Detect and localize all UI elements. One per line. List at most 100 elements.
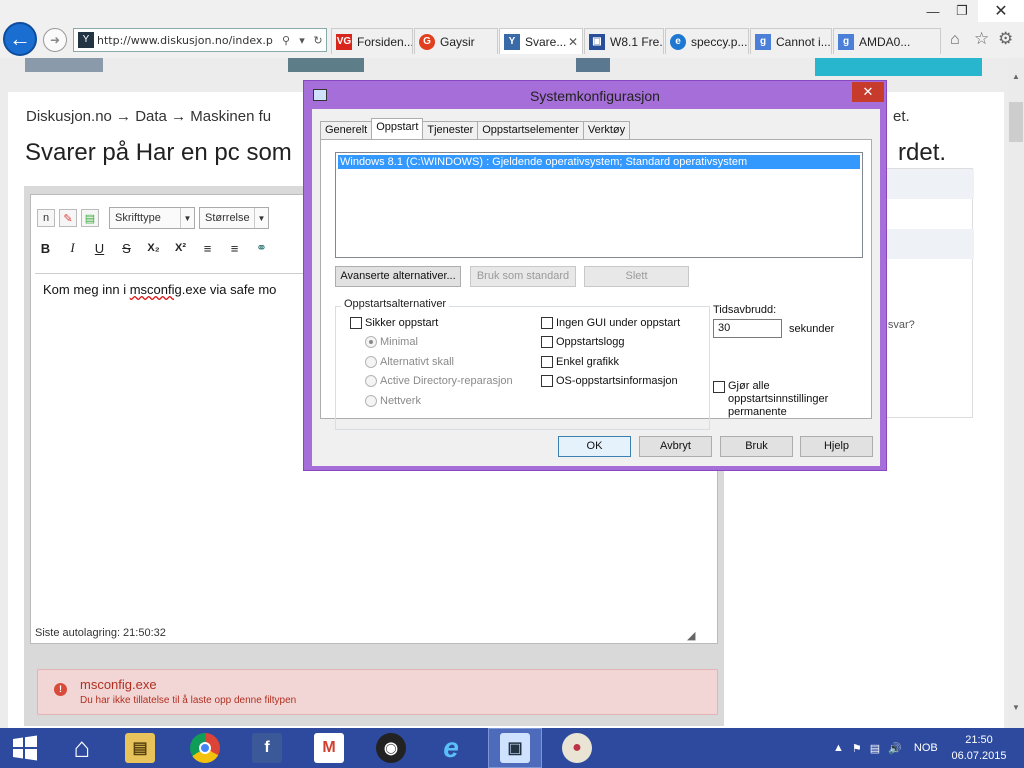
bold-icon[interactable]: B (37, 241, 54, 256)
banner-image[interactable] (288, 58, 364, 72)
no-gui-checkbox[interactable]: Ingen GUI under oppstart (541, 317, 680, 329)
banner-image[interactable] (25, 58, 103, 72)
apply-button[interactable]: Bruk (720, 436, 793, 457)
browser-tab[interactable]: g Cannot i... (750, 28, 832, 54)
radio-label: Active Directory-reparasjon (380, 375, 513, 387)
taskbar-chrome[interactable] (178, 728, 232, 768)
volume-icon[interactable]: 🔊 (888, 742, 902, 755)
safe-boot-checkbox[interactable]: Sikker oppstart (350, 317, 438, 329)
delete-button[interactable]: Slett (584, 266, 689, 287)
dropdown-arrow-icon[interactable]: ▾ (294, 34, 310, 47)
address-bar[interactable]: Y http://www.diskusjon.no/index.p ⚲ ▾ ↻ (73, 28, 327, 52)
taskbar-msconfig[interactable]: ▣ (488, 728, 542, 768)
numbered-list-icon[interactable]: ≡ (226, 241, 243, 256)
browser-tab[interactable]: ▣ W8.1 Fre... (584, 28, 664, 54)
scroll-down-icon[interactable]: ▼ (1012, 703, 1020, 712)
taskbar-camera[interactable]: ◉ (364, 728, 418, 768)
forward-button[interactable]: ➜ (43, 28, 67, 52)
timeout-input[interactable]: 30 (713, 319, 782, 338)
address-url[interactable]: http://www.diskusjon.no/index.p (97, 34, 278, 47)
subscript-icon[interactable]: X₂ (145, 242, 162, 254)
maximize-button[interactable]: ❐ (948, 0, 976, 22)
taskbar-paint[interactable]: ● (550, 728, 604, 768)
taskbar-explorer[interactable]: ▤ (113, 728, 167, 768)
link-icon[interactable]: ⚭ (253, 240, 270, 256)
misspelled-word[interactable]: msconfig (130, 282, 182, 297)
template-icon[interactable]: ▤ (81, 209, 99, 227)
taskbar-facebook[interactable]: f (240, 728, 294, 768)
folder-icon: ▤ (125, 733, 155, 763)
tab-tools[interactable]: Verktøy (582, 121, 631, 139)
superscript-icon[interactable]: X² (172, 242, 189, 254)
site-favicon-icon: Y (78, 32, 94, 48)
dialog-tabs: Generelt Oppstart Tjenester Oppstartsele… (320, 118, 631, 139)
tab-boot[interactable]: Oppstart (371, 118, 424, 139)
taskbar-home[interactable]: ⌂ (55, 728, 109, 768)
page-scrollbar[interactable]: ▲ ▼ (1008, 58, 1024, 728)
timeout-unit: sekunder (789, 323, 835, 335)
browser-tab[interactable]: g AMDA0... (833, 28, 941, 54)
radio-ad-repair[interactable]: Active Directory-reparasjon (365, 375, 513, 387)
home-icon[interactable]: ⌂ (950, 31, 960, 49)
italic-icon[interactable]: I (64, 240, 81, 256)
radio-alternate-shell[interactable]: Alternativt skall (365, 356, 454, 368)
vg-icon: VG (336, 33, 352, 50)
checkbox-box (350, 317, 362, 329)
radio-minimal[interactable]: Minimal (365, 336, 418, 348)
advanced-options-button[interactable]: Avanserte alternativer... (335, 266, 461, 287)
set-default-button[interactable]: Bruk som standard (470, 266, 576, 287)
radio-dot (365, 395, 377, 407)
show-hidden-icons[interactable]: ▲ (833, 742, 844, 754)
browser-tab-active[interactable]: Y Svare... ✕ (499, 28, 583, 54)
browser-tab[interactable]: e speccy.p... (665, 28, 749, 54)
resize-grip-icon[interactable]: ◢ (687, 629, 695, 642)
bullet-list-icon[interactable]: ≡ (199, 241, 216, 256)
font-size-select[interactable]: Størrelse ▼ (199, 207, 269, 229)
checkbox-label: Sikker oppstart (365, 317, 439, 329)
strikethrough-icon[interactable]: S (118, 241, 135, 256)
ok-button[interactable]: OK (558, 436, 631, 457)
font-family-select[interactable]: Skrifttype ▼ (109, 207, 195, 229)
underline-icon[interactable]: U (91, 241, 108, 256)
tab-startup[interactable]: Oppstartselementer (477, 121, 584, 139)
eraser-icon[interactable]: ✎ (59, 209, 77, 227)
chrome-icon (190, 733, 220, 763)
os-boot-info-checkbox[interactable]: OS-oppstartsinformasjon (541, 375, 678, 387)
search-icon[interactable]: ⚲ (278, 34, 294, 47)
make-permanent-checkbox[interactable]: Gjør alle oppstartsinnstillinger permane… (713, 380, 828, 419)
favorites-star-icon[interactable]: ☆ (974, 29, 989, 49)
back-button[interactable]: ← (3, 22, 37, 56)
clock-time: 21:50 (965, 734, 993, 746)
boot-log-checkbox[interactable]: Oppstartslogg (541, 336, 624, 348)
tek-logo[interactable] (815, 58, 982, 76)
scroll-up-icon[interactable]: ▲ (1012, 72, 1020, 81)
dialog-close-button[interactable]: ✕ (852, 82, 884, 102)
cancel-button[interactable]: Avbryt (639, 436, 712, 457)
chevron-down-icon: ▼ (180, 208, 194, 228)
taskbar-gmail[interactable]: M (302, 728, 356, 768)
scroll-thumb[interactable] (1009, 102, 1023, 142)
help-button[interactable]: Hjelp (800, 436, 873, 457)
source-icon[interactable]: n (37, 209, 55, 227)
radio-network[interactable]: Nettverk (365, 395, 421, 407)
taskbar-internet-explorer[interactable]: e (424, 728, 478, 768)
tab-general[interactable]: Generelt (320, 121, 373, 139)
clock[interactable]: 21:50 06.07.2015 (948, 732, 1010, 764)
tab-services[interactable]: Tjenester (422, 121, 479, 139)
gear-icon[interactable]: ⚙ (998, 29, 1013, 49)
camera-icon: ◉ (376, 733, 406, 763)
language-indicator[interactable]: NOB (914, 742, 938, 754)
close-tab-icon[interactable]: ✕ (568, 35, 578, 49)
banner-image[interactable] (576, 58, 610, 72)
breadcrumb[interactable]: Diskusjon.no → Data → Maskinen fu (26, 108, 271, 125)
start-button[interactable] (0, 728, 50, 768)
os-list[interactable]: Windows 8.1 (C:\WINDOWS) : Gjeldende ope… (335, 152, 863, 258)
browser-tab[interactable]: G Gaysir (414, 28, 498, 54)
browser-tab[interactable]: VG Forsiden... (331, 28, 413, 54)
close-window-button[interactable]: ✕ (978, 0, 1024, 22)
base-video-checkbox[interactable]: Enkel grafikk (541, 356, 619, 368)
network-icon[interactable]: ▤ (870, 742, 880, 755)
refresh-icon[interactable]: ↻ (310, 34, 326, 47)
action-center-icon[interactable]: ⚑ (852, 742, 862, 755)
os-list-item[interactable]: Windows 8.1 (C:\WINDOWS) : Gjeldende ope… (338, 155, 860, 169)
